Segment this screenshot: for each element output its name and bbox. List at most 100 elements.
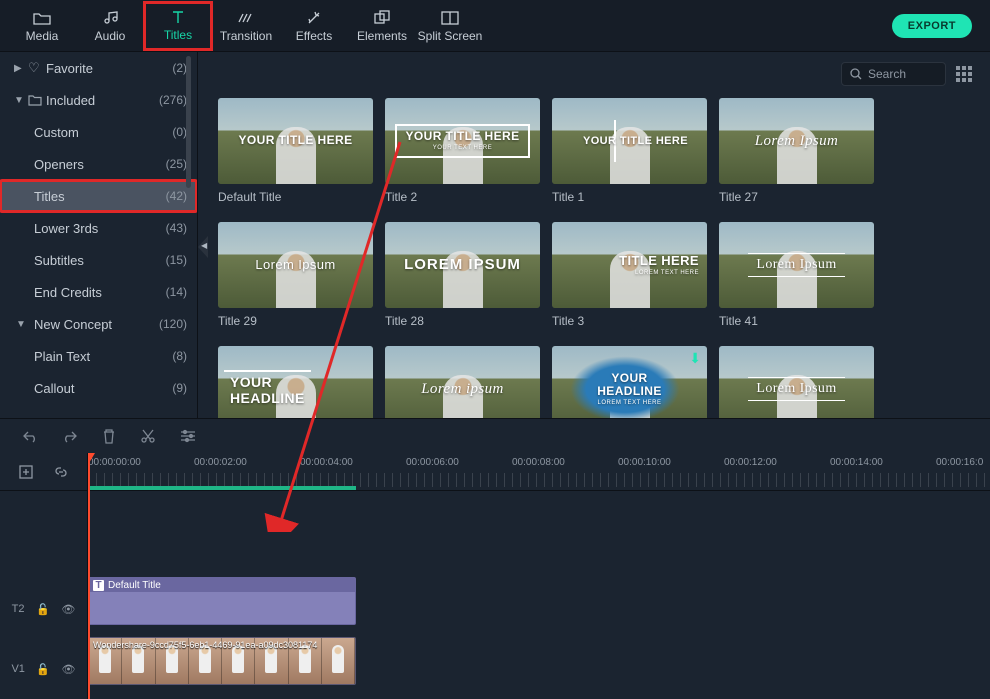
search-input[interactable]: Search bbox=[841, 62, 946, 86]
tab-audio[interactable]: Audio bbox=[76, 2, 144, 50]
tab-elements[interactable]: Elements bbox=[348, 2, 416, 50]
sidebar-included[interactable]: ▼ Included (276) bbox=[0, 84, 197, 116]
title-preset[interactable]: TITLE HERELOREM TEXT HERETitle 3 bbox=[552, 222, 707, 328]
sidebar-item-openers[interactable]: Openers(25) bbox=[0, 148, 197, 180]
ruler-mark: 00:00:04:00 bbox=[300, 457, 353, 468]
sidebar-item-custom[interactable]: Custom(0) bbox=[0, 116, 197, 148]
tab-label: Audio bbox=[95, 29, 126, 43]
folder-icon bbox=[28, 94, 46, 106]
sidebar-count: (2) bbox=[172, 61, 187, 75]
title-preset[interactable]: Lorem Ipsum bbox=[719, 346, 874, 418]
tab-transition[interactable]: Transition bbox=[212, 2, 280, 50]
tab-label: Elements bbox=[357, 29, 407, 43]
search-placeholder: Search bbox=[868, 67, 906, 81]
track-id: T2 bbox=[12, 603, 25, 615]
gridview-icon[interactable] bbox=[956, 66, 972, 82]
title-clip[interactable]: TDefault Title bbox=[88, 577, 356, 625]
trash-icon[interactable] bbox=[102, 428, 116, 444]
undo-icon[interactable] bbox=[22, 429, 38, 443]
title-preset[interactable]: LOREM IPSUMTitle 28 bbox=[385, 222, 540, 328]
tab-media[interactable]: Media bbox=[8, 2, 76, 50]
ruler-mark: 00:00:12:00 bbox=[724, 457, 777, 468]
thumb-overlay: Lorem ipsum bbox=[415, 379, 510, 400]
timeline-ruler[interactable]: 00:00:00:0000:00:02:0000:00:04:0000:00:0… bbox=[88, 453, 990, 491]
tab-titles[interactable]: Titles bbox=[144, 2, 212, 50]
thumb-caption: Default Title bbox=[218, 190, 373, 204]
tab-effects[interactable]: Effects bbox=[280, 2, 348, 50]
link-icon[interactable] bbox=[53, 464, 69, 480]
title-preset[interactable]: YOUR TITLE HEREDefault Title bbox=[218, 98, 373, 204]
tab-splitscreen[interactable]: Split Screen bbox=[416, 2, 484, 50]
timeline-toolbar bbox=[0, 419, 990, 453]
tab-label: Effects bbox=[296, 29, 332, 43]
transition-icon bbox=[237, 9, 255, 27]
thumb-caption: Title 2 bbox=[385, 190, 540, 204]
thumb-overlay: Lorem Ipsum bbox=[749, 131, 844, 152]
title-preset[interactable]: YOUR TITLE HERE Title 1 bbox=[552, 98, 707, 204]
sidebar-item-titles[interactable]: Titles(42) bbox=[0, 180, 197, 212]
search-icon bbox=[850, 68, 862, 80]
sidebar-favorite[interactable]: ▶ ♡ Favorite (2) bbox=[0, 52, 197, 84]
ruler-mark: 00:00:06:00 bbox=[406, 457, 459, 468]
ruler-mark: 00:00:10:00 bbox=[618, 457, 671, 468]
content-panel: Search YOUR TITLE HEREDefault TitleYOUR … bbox=[198, 52, 990, 418]
sidebar-item-callout[interactable]: Callout(9) bbox=[0, 372, 197, 404]
sidebar-item-newconcept[interactable]: ▼New Concept(120) bbox=[0, 308, 197, 340]
thumb-overlay: YOURHEADLINE bbox=[224, 370, 311, 408]
sidebar-item-endcredits[interactable]: End Credits(14) bbox=[0, 276, 197, 308]
thumb-overlay: Lorem Ipsum bbox=[748, 377, 844, 400]
ruler-mark: 00:00:14:00 bbox=[830, 457, 883, 468]
video-track[interactable]: Wondershare-9ccd75f5-6eb1-4469-91ea-a09d… bbox=[88, 633, 990, 693]
thumb-caption: Title 3 bbox=[552, 314, 707, 328]
thumb-overlay: Lorem Ipsum bbox=[249, 256, 341, 274]
redo-icon[interactable] bbox=[62, 429, 78, 443]
thumb-overlay: YOUR TITLE HERE bbox=[565, 133, 694, 149]
sidebar-item-subtitles[interactable]: Subtitles(15) bbox=[0, 244, 197, 276]
title-preset[interactable]: Lorem ipsum bbox=[385, 346, 540, 418]
title-preset[interactable]: Lorem IpsumTitle 29 bbox=[218, 222, 373, 328]
cut-icon[interactable] bbox=[140, 428, 156, 444]
sidebar-count: (276) bbox=[159, 93, 187, 107]
ruler-mark: 00:00:08:00 bbox=[512, 457, 565, 468]
thumb-overlay: YOUR TITLE HEREYOUR TEXT HERE bbox=[395, 124, 529, 158]
thumb-caption: Title 27 bbox=[719, 190, 874, 204]
playhead[interactable] bbox=[88, 453, 90, 699]
video-clip[interactable]: Wondershare-9ccd75f5-6eb1-4469-91ea-a09d… bbox=[88, 637, 356, 685]
thumb-overlay: YOURHEADLINELOREM TEXT HERE bbox=[591, 370, 668, 409]
tab-label: Split Screen bbox=[418, 29, 483, 43]
work-area bbox=[88, 486, 356, 490]
title-preset[interactable]: ⬇ YOURHEADLINELOREM TEXT HERE bbox=[552, 346, 707, 418]
title-preset[interactable]: YOUR TITLE HEREYOUR TEXT HERE Title 2 bbox=[385, 98, 540, 204]
elements-icon bbox=[374, 9, 390, 27]
thumb-overlay: Lorem Ipsum bbox=[748, 253, 844, 276]
sidebar: ▶ ♡ Favorite (2) ▼ Included (276) Custom… bbox=[0, 52, 198, 418]
chevron-down-icon: ▼ bbox=[16, 319, 30, 330]
title-preset[interactable]: YOURHEADLINE bbox=[218, 346, 373, 418]
thumb-caption: Title 1 bbox=[552, 190, 707, 204]
title-clip-icon: T bbox=[93, 580, 104, 591]
chevron-down-icon: ▼ bbox=[14, 95, 28, 106]
title-track[interactable]: TDefault Title bbox=[88, 573, 990, 633]
timeline-tracks[interactable]: 00:00:00:0000:00:02:0000:00:04:0000:00:0… bbox=[88, 453, 990, 699]
eye-icon[interactable]: 👁 bbox=[61, 603, 75, 616]
ruler-mark: 00:00:02:00 bbox=[194, 457, 247, 468]
add-marker-icon[interactable] bbox=[18, 464, 34, 480]
sidebar-item-plaintext[interactable]: Plain Text(8) bbox=[0, 340, 197, 372]
lock-icon[interactable]: 🔓 bbox=[36, 663, 50, 676]
export-button[interactable]: EXPORT bbox=[892, 14, 972, 38]
heart-icon: ♡ bbox=[28, 60, 46, 76]
eye-icon[interactable]: 👁 bbox=[62, 663, 76, 676]
thumb-overlay: LOREM IPSUM bbox=[398, 255, 527, 276]
title-preset[interactable]: Lorem Ipsum Title 27 bbox=[719, 98, 874, 204]
sidebar-scrollbar[interactable] bbox=[186, 56, 191, 188]
lock-icon[interactable]: 🔓 bbox=[36, 603, 50, 616]
title-preset[interactable]: Lorem IpsumTitle 41 bbox=[719, 222, 874, 328]
splitscreen-icon bbox=[441, 9, 459, 27]
folder-icon bbox=[33, 9, 51, 27]
tab-label: Media bbox=[26, 29, 59, 43]
ruler-mark: 00:00:16:0 bbox=[936, 457, 983, 468]
sidebar-item-lower3rds[interactable]: Lower 3rds(43) bbox=[0, 212, 197, 244]
adjust-icon[interactable] bbox=[180, 429, 196, 443]
download-icon[interactable]: ⬇ bbox=[689, 350, 701, 367]
titles-icon bbox=[170, 8, 186, 26]
